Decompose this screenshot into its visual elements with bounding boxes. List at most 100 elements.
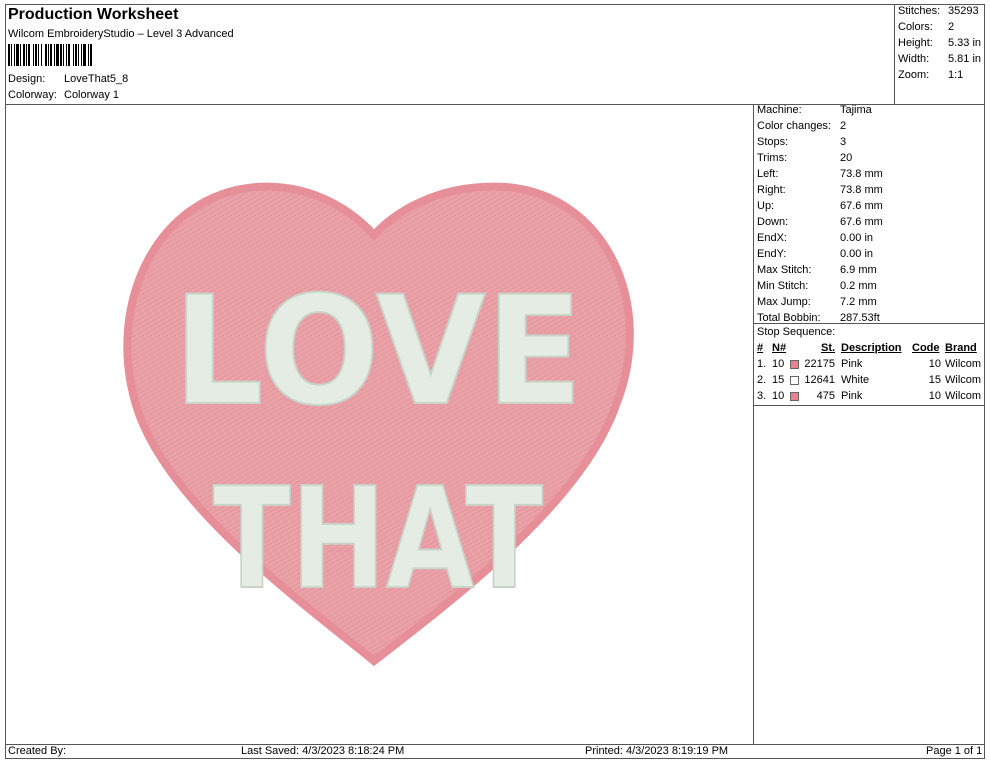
footer-page: Page 1 of 1 <box>926 745 983 757</box>
prop-value: 67.6 mm <box>840 200 883 212</box>
heart-design: LOVE THAT <box>123 182 634 667</box>
prop-value: 73.8 mm <box>840 168 883 180</box>
row-needle: 10 <box>772 390 785 402</box>
stat-stitches: Stitches: 35293 <box>898 5 979 17</box>
prop-label: Stops: <box>757 136 789 148</box>
stat-value: 2 <box>948 21 955 33</box>
prop-label: Total Bobbin: <box>757 312 821 324</box>
col-needle: N# <box>772 342 787 354</box>
row-brand: Wilcom <box>945 358 982 370</box>
prop-value: 7.2 mm <box>840 296 877 308</box>
row-description: Pink <box>841 358 863 370</box>
prop-left: Left: 73.8 mm <box>757 168 883 180</box>
design-preview: LOVE THAT <box>6 105 753 744</box>
prop-machine: Machine: Tajima <box>757 104 872 116</box>
stops-divider <box>753 405 985 406</box>
row-stitches: 22175 <box>804 358 835 370</box>
stat-value: 35293 <box>948 5 979 17</box>
col-stitches: St. <box>821 342 836 354</box>
prop-label: Max Jump: <box>757 296 811 308</box>
row-brand: Wilcom <box>945 390 982 402</box>
stat-label: Stitches: <box>898 5 941 17</box>
table-row: 1. 10 22175 Pink 10 Wilcom <box>757 358 983 373</box>
prop-stops: Stops: 3 <box>757 136 846 148</box>
row-stitches: 12641 <box>804 374 835 386</box>
prop-value: 6.9 mm <box>840 264 877 276</box>
prop-label: Min Stitch: <box>757 280 809 292</box>
row-code: 10 <box>928 390 941 402</box>
stat-value: 5.33 in <box>948 37 982 49</box>
design-value: LoveThat5_8 <box>64 73 129 85</box>
prop-label: Max Stitch: <box>757 264 812 276</box>
design-label: Design: <box>8 73 46 85</box>
footer-divider <box>5 744 985 745</box>
prop-value: 73.8 mm <box>840 184 883 196</box>
prop-right: Right: 73.8 mm <box>757 184 883 196</box>
prop-value: Tajima <box>840 104 872 116</box>
prop-label: EndY: <box>757 248 787 260</box>
prop-value: 20 <box>840 152 853 164</box>
prop-label: Color changes: <box>757 120 831 132</box>
col-code: Code <box>912 342 940 354</box>
prop-label: Up: <box>757 200 775 212</box>
design-word-love: LOVE <box>173 265 583 439</box>
prop-value: 0.00 in <box>840 232 874 244</box>
prop-up: Up: 67.6 mm <box>757 200 883 212</box>
panel-divider <box>753 104 754 744</box>
stat-zoom: Zoom: 1:1 <box>898 69 963 81</box>
prop-endx: EndX: 0.00 in <box>757 232 873 244</box>
prop-trims: Trims: 20 <box>757 152 852 164</box>
design-word-that: THAT <box>213 458 543 621</box>
footer-last-saved: Last Saved: 4/3/2023 8:18:24 PM <box>241 745 405 757</box>
row-stitches: 475 <box>816 390 835 402</box>
row-code: 10 <box>928 358 941 370</box>
stat-value: 5.81 in <box>948 53 982 65</box>
row-needle: 15 <box>772 374 785 386</box>
prop-label: Machine: <box>757 104 802 116</box>
prop-color-changes: Color changes: 2 <box>757 120 846 132</box>
prop-label: Right: <box>757 184 786 196</box>
prop-down: Down: 67.6 mm <box>757 216 883 228</box>
prop-label: Down: <box>757 216 789 228</box>
prop-value: 2 <box>840 120 847 132</box>
software-name: Wilcom EmbroideryStudio – Level 3 Advanc… <box>8 28 234 40</box>
colorway-value: Colorway 1 <box>64 89 120 101</box>
col-description: Description <box>841 342 902 354</box>
footer-printed: Printed: 4/3/2023 8:19:19 PM <box>585 745 729 757</box>
prop-value: 67.6 mm <box>840 216 883 228</box>
row-brand: Wilcom <box>945 374 982 386</box>
prop-min-stitch: Min Stitch: 0.2 mm <box>757 280 877 292</box>
table-row: 2. 15 12641 White 15 Wilcom <box>757 374 983 389</box>
stat-label: Zoom: <box>898 69 930 81</box>
prop-label: EndX: <box>757 232 787 244</box>
prop-label: Trims: <box>757 152 788 164</box>
prop-value: 0.00 in <box>840 248 874 260</box>
stats-divider <box>894 4 895 104</box>
row-num: 3. <box>757 390 767 402</box>
stat-label: Height: <box>898 37 933 49</box>
page-title: Production Worksheet <box>8 6 179 23</box>
prop-max-stitch: Max Stitch: 6.9 mm <box>757 264 877 276</box>
stat-label: Width: <box>898 53 930 65</box>
row-description: White <box>841 374 870 386</box>
colorway-row: Colorway: Colorway 1 <box>8 89 119 101</box>
stop-sequence-title: Stop Sequence: <box>757 326 836 338</box>
table-row: 3. 10 475 Pink 10 Wilcom <box>757 390 983 405</box>
row-code: 15 <box>928 374 941 386</box>
col-brand: Brand <box>945 342 977 354</box>
prop-total-bobbin: Total Bobbin: 287.53ft <box>757 312 880 324</box>
stat-label: Colors: <box>898 21 933 33</box>
col-num: # <box>757 342 764 354</box>
prop-label: Left: <box>757 168 779 180</box>
color-swatch <box>790 392 799 401</box>
color-swatch <box>790 376 799 385</box>
row-description: Pink <box>841 390 863 402</box>
prop-value: 0.2 mm <box>840 280 877 292</box>
row-num: 1. <box>757 358 767 370</box>
row-num: 2. <box>757 374 767 386</box>
prop-value: 3 <box>840 136 847 148</box>
footer-created-by: Created By: <box>8 745 67 757</box>
color-swatch <box>790 360 799 369</box>
stat-height: Height: 5.33 in <box>898 37 981 49</box>
design-row: Design: LoveThat5_8 <box>8 73 128 85</box>
